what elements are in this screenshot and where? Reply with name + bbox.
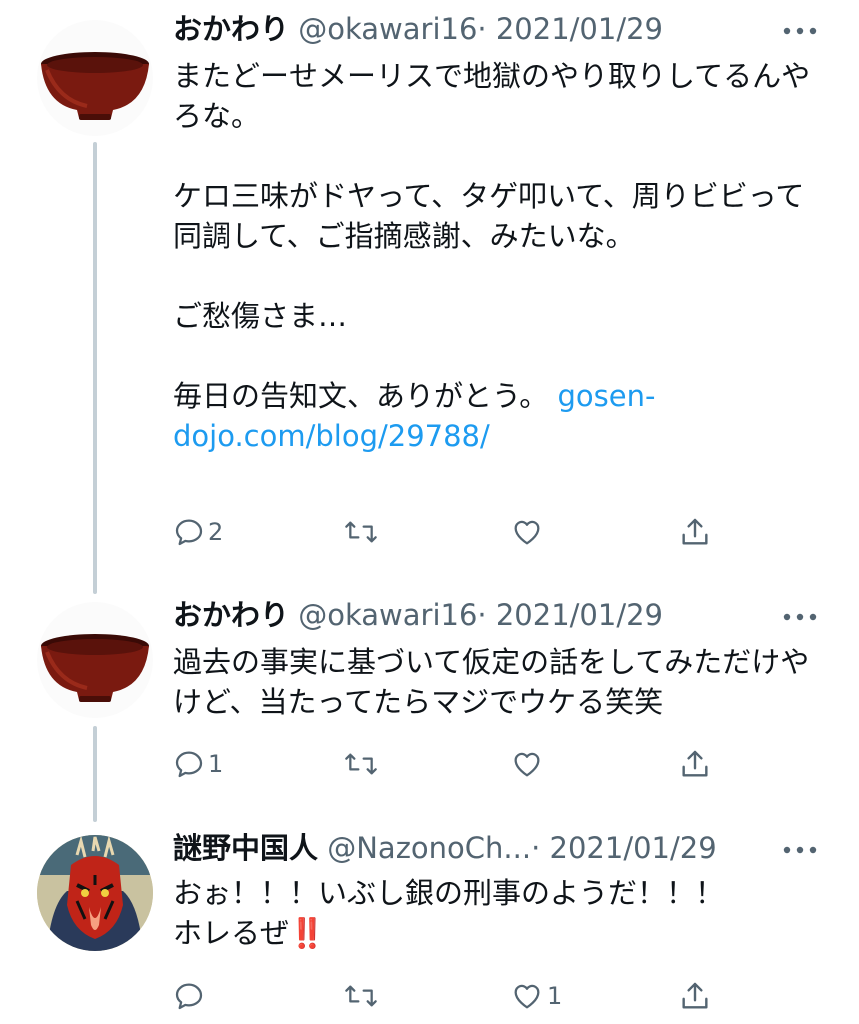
reply-icon (175, 519, 203, 546)
reply-icon (175, 751, 203, 778)
red-lacquer-bowl-icon (41, 634, 149, 702)
tweet-text: 過去の事実に基づいて仮定の話をしてみただけやけど、当たってたらマジでウケる笑笑 (173, 645, 810, 719)
reply-icon (175, 983, 203, 1010)
reply-button[interactable]: 2 (173, 512, 223, 552)
tweet-line-text: ホレるぜ (173, 916, 290, 950)
retweet-icon (345, 985, 377, 1007)
like-icon (514, 752, 540, 777)
retweet-button[interactable] (343, 976, 382, 1016)
tweet-date[interactable]: 2021/01/29 (496, 598, 663, 632)
reply-button[interactable] (173, 976, 208, 1016)
tweet-actions: 1 (173, 744, 733, 784)
user-handle[interactable]: @NazonoCh... (327, 831, 531, 865)
retweet-icon (345, 753, 377, 775)
reply-count: 1 (208, 750, 224, 778)
like-button[interactable] (510, 512, 547, 552)
tweet-text: またどーせメーリスで地獄のやり取りしてるんやろな。 ケロ三味がドヤって、タゲ叩い… (173, 56, 823, 456)
thread-line (93, 142, 97, 594)
tweet-text: おぉ！！！いぶし銀の刑事のようだ！！！ ホレるぜ‼️ (173, 873, 823, 953)
reply-button[interactable]: 1 (173, 744, 223, 784)
tweet-header: 謎野中国人 @NazonoCh...· 2021/01/29 (173, 829, 779, 867)
share-button[interactable] (678, 512, 712, 552)
retweet-button[interactable] (343, 512, 382, 552)
tweet-actions: 2 (173, 512, 733, 552)
double-exclamation-emoji: ‼️ (289, 916, 326, 950)
more-icon[interactable] (783, 27, 817, 35)
tweet-line: おぉ！！！いぶし銀の刑事のようだ！！！ (173, 876, 725, 910)
tweet-line: ホレるぜ‼️ (173, 913, 823, 953)
avatar[interactable] (37, 602, 153, 718)
more-icon[interactable] (783, 613, 817, 621)
display-name[interactable]: おかわり (173, 12, 289, 46)
like-icon (514, 520, 540, 545)
separator: · (477, 598, 487, 632)
more-icon[interactable] (783, 846, 817, 854)
separator: · (477, 12, 487, 46)
tweet-date[interactable]: 2021/01/29 (550, 831, 717, 865)
share-icon (682, 518, 708, 545)
display-name[interactable]: おかわり (173, 598, 289, 632)
tweet-date[interactable]: 2021/01/29 (496, 12, 663, 46)
red-horned-mask-icon (37, 835, 153, 951)
red-lacquer-bowl-icon (41, 52, 149, 120)
share-icon (682, 982, 708, 1009)
tweet-header: おかわり @okawari16· 2021/01/29 (173, 10, 779, 48)
share-icon (682, 750, 708, 777)
user-handle[interactable]: @okawari16 (298, 12, 477, 46)
tweet-paragraph: ケロ三味がドヤって、タゲ叩いて、周りビビって同調して、ご指摘感謝、みたいな。 (173, 179, 805, 253)
tweet-header: おかわり @okawari16· 2021/01/29 (173, 596, 779, 634)
thread-line (93, 726, 97, 822)
separator: · (531, 831, 541, 865)
tweet-paragraph: またどーせメーリスで地獄のやり取りしてるんやろな。 (173, 59, 811, 133)
like-button[interactable] (510, 744, 547, 784)
avatar[interactable] (37, 20, 153, 136)
share-button[interactable] (678, 976, 712, 1016)
reply-count: 2 (208, 518, 224, 546)
display-name[interactable]: 謎野中国人 (173, 831, 318, 865)
tweet-paragraph: 毎日の告知文、ありがとう。 gosen-dojo.com/blog/29788/ (173, 376, 823, 456)
user-handle[interactable]: @okawari16 (298, 598, 477, 632)
like-icon (514, 984, 540, 1009)
tweet-paragraph-text: 毎日の告知文、ありがとう。 (173, 379, 558, 413)
retweet-button[interactable] (343, 744, 382, 784)
retweet-icon (345, 521, 377, 543)
like-button[interactable]: 1 (510, 976, 562, 1016)
tweet-actions: 1 (173, 976, 733, 1016)
share-button[interactable] (678, 744, 712, 784)
avatar[interactable] (37, 835, 153, 951)
tweet-paragraph: ご愁傷さま… (173, 299, 348, 333)
like-count: 1 (547, 982, 563, 1010)
